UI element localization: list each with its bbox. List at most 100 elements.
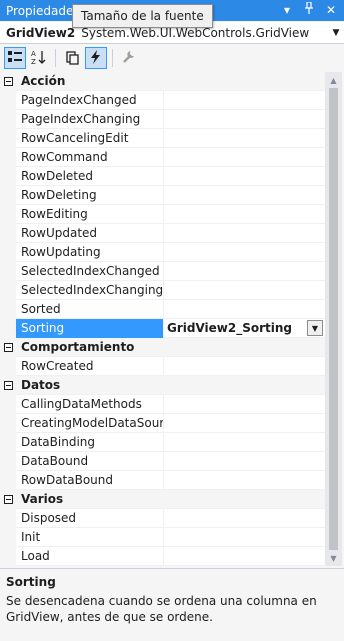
window-menu-dropdown-icon[interactable]: ▾ [280, 0, 294, 21]
property-row[interactable]: SelectedIndexChanged [0, 261, 325, 281]
property-row[interactable]: RowUpdating [0, 242, 325, 262]
collapse-icon[interactable] [0, 375, 16, 395]
chevron-down-icon[interactable]: ▼ [328, 28, 344, 38]
property-row[interactable]: DataBinding [0, 432, 325, 452]
property-name[interactable]: RowUpdating [16, 242, 164, 262]
property-value[interactable] [164, 262, 325, 281]
property-row[interactable]: RowDeleted [0, 166, 325, 186]
property-row[interactable]: RowEditing [0, 204, 325, 224]
property-name[interactable]: RowCancelingEdit [16, 128, 164, 148]
property-pages-button[interactable] [61, 47, 83, 69]
property-row[interactable]: CreatingModelDataSource [0, 413, 325, 433]
events-lightning-icon [88, 49, 104, 68]
category-row[interactable]: Acción [0, 72, 325, 91]
property-name[interactable]: PageIndexChanged [16, 90, 164, 110]
property-name[interactable]: DataBound [16, 451, 164, 471]
property-value[interactable] [164, 281, 325, 300]
vertical-scrollbar[interactable]: ▲ ▼ [325, 72, 342, 566]
property-name[interactable]: RowDeleted [16, 166, 164, 186]
property-name[interactable]: CreatingModelDataSource [16, 413, 164, 433]
property-value[interactable] [164, 110, 325, 129]
pin-icon[interactable] [302, 0, 316, 21]
property-value[interactable] [164, 243, 325, 262]
property-value[interactable] [164, 300, 325, 319]
categorized-icon [7, 49, 23, 68]
alphabetical-icon: A Z [31, 49, 47, 68]
chevron-down-icon[interactable]: ▼ [307, 320, 323, 336]
collapse-icon[interactable] [0, 489, 16, 509]
tooltip: Tamaño de la fuente [72, 4, 213, 28]
category-row[interactable]: Comportamiento [0, 337, 325, 357]
property-name[interactable]: PageIndexChanging [16, 109, 164, 129]
property-name[interactable]: Init [16, 527, 164, 547]
property-row[interactable]: RowCommand [0, 147, 325, 167]
property-row[interactable]: Sorting GridView2_Sorting ▼ [0, 318, 325, 338]
close-icon[interactable]: ✕ [324, 0, 338, 21]
property-value[interactable] [164, 205, 325, 224]
property-value[interactable] [164, 414, 325, 433]
row-gutter [0, 166, 16, 186]
property-row[interactable]: RowUpdated [0, 223, 325, 243]
property-name[interactable]: RowCommand [16, 147, 164, 167]
property-name[interactable]: RowDeleting [16, 185, 164, 205]
collapse-icon[interactable] [0, 337, 16, 357]
property-value[interactable] [164, 224, 325, 243]
property-row[interactable]: RowCreated [0, 356, 325, 376]
row-gutter [0, 470, 16, 490]
description-pane: Sorting Se desencadena cuando se ordena … [0, 568, 344, 641]
property-value[interactable]: GridView2_Sorting ▼ [164, 319, 325, 338]
property-row[interactable]: DataBound [0, 451, 325, 471]
property-value[interactable] [164, 357, 325, 376]
property-name[interactable]: RowUpdated [16, 223, 164, 243]
property-name[interactable]: CallingDataMethods [16, 394, 164, 414]
property-row[interactable]: Disposed [0, 508, 325, 528]
property-row[interactable]: RowDeleting [0, 185, 325, 205]
property-row[interactable]: RowCancelingEdit [0, 128, 325, 148]
property-name[interactable]: RowEditing [16, 204, 164, 224]
events-button[interactable] [85, 47, 107, 69]
property-value[interactable] [164, 91, 325, 110]
property-value[interactable] [164, 509, 325, 528]
property-row[interactable]: SelectedIndexChanging [0, 280, 325, 300]
property-value[interactable] [164, 186, 325, 205]
scroll-down-icon[interactable]: ▼ [325, 550, 342, 566]
scroll-up-icon[interactable]: ▲ [325, 72, 342, 88]
property-wrench-button[interactable] [118, 47, 140, 69]
property-name[interactable]: RowDataBound [16, 470, 164, 490]
property-row[interactable]: PageIndexChanged [0, 90, 325, 110]
property-name[interactable]: Sorting [16, 318, 164, 338]
property-value[interactable] [164, 167, 325, 186]
property-value[interactable] [164, 148, 325, 167]
property-name[interactable]: Disposed [16, 508, 164, 528]
property-name[interactable]: SelectedIndexChanged [16, 261, 164, 281]
scrollbar-thumb[interactable] [329, 88, 338, 550]
row-gutter [0, 90, 16, 110]
category-label: Comportamiento [21, 340, 135, 354]
property-row[interactable]: RowDataBound [0, 470, 325, 490]
property-row[interactable]: Sorted [0, 299, 325, 319]
property-value[interactable] [164, 395, 325, 414]
row-gutter [0, 299, 16, 319]
alphabetical-button[interactable]: A Z [28, 47, 50, 69]
property-value[interactable] [164, 452, 325, 471]
category-row[interactable]: Varios [0, 489, 325, 509]
property-name[interactable]: SelectedIndexChanging [16, 280, 164, 300]
property-name[interactable]: DataBinding [16, 432, 164, 452]
category-row[interactable]: Datos [0, 375, 325, 395]
property-row[interactable]: CallingDataMethods [0, 394, 325, 414]
property-value[interactable] [164, 433, 325, 452]
property-value[interactable] [164, 129, 325, 148]
property-row[interactable]: Load [0, 546, 325, 566]
property-row[interactable]: PageIndexChanging [0, 109, 325, 129]
property-row[interactable]: Init [0, 527, 325, 547]
property-value[interactable] [164, 547, 325, 566]
svg-text:Z: Z [31, 58, 36, 65]
property-name[interactable]: Sorted [16, 299, 164, 319]
property-name[interactable]: RowCreated [16, 356, 164, 376]
row-gutter [0, 451, 16, 471]
property-value[interactable] [164, 471, 325, 490]
property-value[interactable] [164, 528, 325, 547]
categorized-button[interactable] [4, 47, 26, 69]
property-name[interactable]: Load [16, 546, 164, 566]
collapse-icon[interactable] [0, 72, 16, 91]
